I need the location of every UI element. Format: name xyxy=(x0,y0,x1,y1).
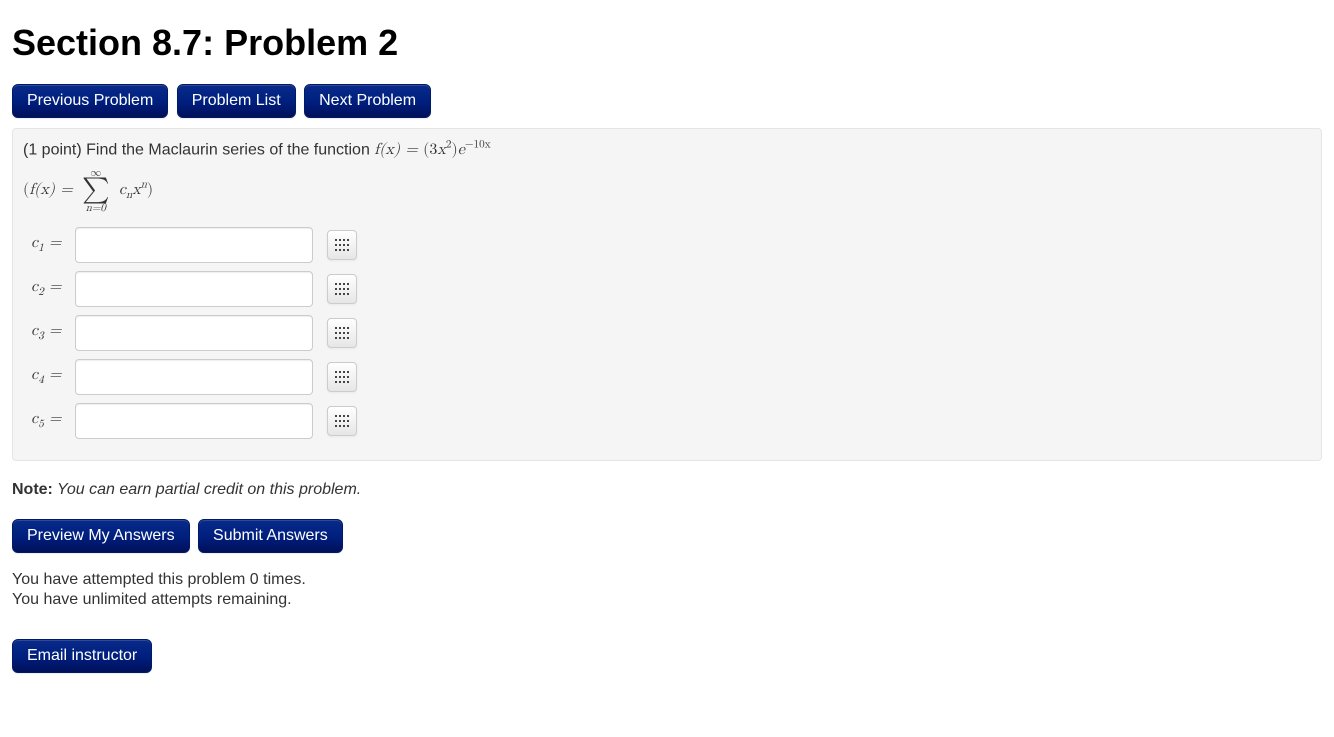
series-lhs: f(x) = xyxy=(29,182,78,198)
mathquill-button[interactable] xyxy=(327,318,357,348)
nav-row: Previous Problem Problem List Next Probl… xyxy=(12,84,1322,118)
c5-input[interactable] xyxy=(75,403,313,439)
math-rhs-eexp: −10x xyxy=(465,140,491,151)
series-x: x xyxy=(132,182,140,198)
answer-label-c2: c2 = xyxy=(25,268,67,310)
preview-answers-button[interactable]: Preview My Answers xyxy=(12,519,190,553)
c2-input[interactable] xyxy=(75,271,313,307)
partial-credit-note: Note: You can earn partial credit on thi… xyxy=(12,481,1322,499)
next-problem-button[interactable]: Next Problem xyxy=(304,84,431,118)
sum-symbol: ∞ ∑ n=0 xyxy=(82,168,109,213)
submit-answers-button[interactable]: Submit Answers xyxy=(198,519,343,553)
footer-row: Email instructor xyxy=(12,639,1322,673)
answer-row: c4 = xyxy=(25,356,363,398)
keypad-icon xyxy=(335,371,349,383)
series-c: c xyxy=(119,182,126,198)
attempts-text: You have attempted this problem 0 times. xyxy=(12,571,1322,589)
c1-input[interactable] xyxy=(75,227,313,263)
answer-table: c1 = c2 = c3 = c4 = c5 = xyxy=(23,222,365,444)
answer-label-c1: c1 = xyxy=(25,224,67,266)
series-close: ) xyxy=(147,182,153,198)
sigma-icon: ∑ xyxy=(82,179,109,202)
math-lhs: f(x) = xyxy=(374,142,423,158)
math-rhs-e: e xyxy=(458,142,465,158)
answer-row: c2 = xyxy=(25,268,363,310)
status-block: You have attempted this problem 0 times.… xyxy=(12,571,1322,609)
remaining-text: You have unlimited attempts remaining. xyxy=(12,591,1322,609)
points-text: (1 point) Find the Maclaurin series of t… xyxy=(23,141,374,158)
math-rhs-var: x xyxy=(437,142,445,158)
previous-problem-button[interactable]: Previous Problem xyxy=(12,84,168,118)
answer-row: c1 = xyxy=(25,224,363,266)
sum-lower: n=0 xyxy=(82,203,109,214)
note-text: You can earn partial credit on this prob… xyxy=(53,481,361,498)
keypad-icon xyxy=(335,415,349,427)
mathquill-button[interactable] xyxy=(327,274,357,304)
problem-statement: (1 point) Find the Maclaurin series of t… xyxy=(23,139,1311,160)
mathquill-button[interactable] xyxy=(327,362,357,392)
keypad-icon xyxy=(335,327,349,339)
action-row: Preview My Answers Submit Answers xyxy=(12,519,1322,553)
note-label: Note: xyxy=(12,481,53,498)
problem-panel: (1 point) Find the Maclaurin series of t… xyxy=(12,128,1322,461)
series-form: (f(x) = ∞ ∑ n=0 cnxn) xyxy=(23,168,1311,213)
answer-label-c5: c5 = xyxy=(25,400,67,442)
answer-label-c4: c4 = xyxy=(25,356,67,398)
page-title: Section 8.7: Problem 2 xyxy=(12,22,1322,64)
math-rhs-open: (3 xyxy=(423,142,437,158)
keypad-icon xyxy=(335,239,349,251)
problem-list-button[interactable]: Problem List xyxy=(177,84,296,118)
mathquill-button[interactable] xyxy=(327,406,357,436)
answer-label-c3: c3 = xyxy=(25,312,67,354)
mathquill-button[interactable] xyxy=(327,230,357,260)
keypad-icon xyxy=(335,283,349,295)
email-instructor-button[interactable]: Email instructor xyxy=(12,639,152,673)
answer-row: c5 = xyxy=(25,400,363,442)
answer-row: c3 = xyxy=(25,312,363,354)
c4-input[interactable] xyxy=(75,359,313,395)
c3-input[interactable] xyxy=(75,315,313,351)
